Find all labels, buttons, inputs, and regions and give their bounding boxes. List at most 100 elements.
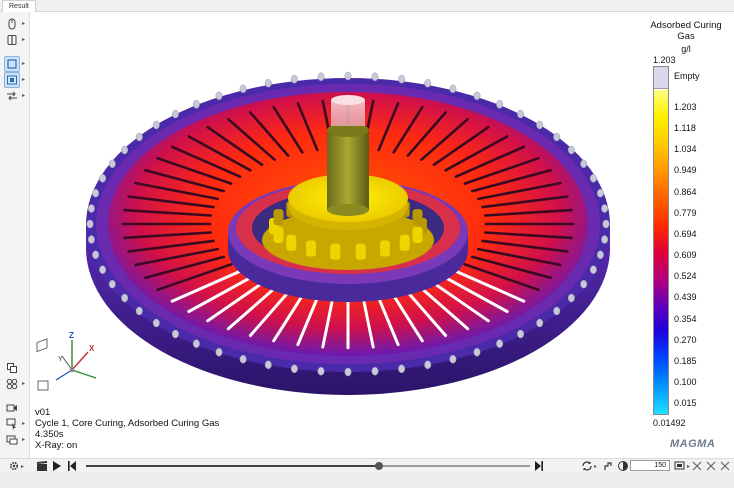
rim-pin (496, 339, 504, 348)
timeline-slider[interactable] (86, 462, 530, 470)
fit-view-icon[interactable] (37, 380, 49, 391)
clapperboard-icon (37, 461, 47, 471)
video-icon (674, 461, 685, 470)
transfer-arrows-icon (7, 91, 17, 101)
rim-pin (473, 91, 481, 101)
dropdown-arrow-icon: ▸ (22, 381, 26, 387)
rim-pin (344, 71, 352, 81)
rim-pin (135, 132, 143, 142)
legend-tick-label: 1.203 (674, 102, 697, 112)
transfer-button[interactable]: ▸ (4, 88, 26, 104)
legend-tick-label: 0.609 (674, 250, 697, 261)
overlay-windows-button[interactable]: ▸ (4, 432, 26, 448)
clipping-plane-button[interactable]: ▸ (4, 32, 26, 48)
rim-pin (567, 145, 575, 155)
speed-input[interactable] (630, 460, 670, 471)
clipping-plane-icon (7, 35, 17, 45)
axis-triad[interactable]: Z X Y (36, 331, 97, 391)
skip-to-start-icon (68, 461, 76, 471)
axis-z-label: Z (69, 331, 74, 340)
rim-pin (171, 329, 179, 339)
result-info: v01 Cycle 1, Core Curing, Adsorbed Curin… (35, 407, 219, 451)
rim-pin (536, 120, 544, 130)
casting-render[interactable]: Z X Y (31, 13, 734, 458)
hub-tooth (412, 209, 423, 226)
close-button-1[interactable] (692, 460, 702, 472)
rim-pin (264, 360, 272, 370)
close-icon (720, 461, 730, 471)
rim-pin (290, 74, 298, 84)
rim-pin (87, 204, 95, 213)
close-icon (706, 461, 716, 471)
pouring-cup-top (331, 95, 365, 105)
rim-pin (449, 354, 457, 364)
play-button[interactable] (52, 460, 62, 472)
step-button[interactable] (603, 460, 615, 472)
hub-tooth (286, 234, 297, 251)
legend-unit: g/l (681, 44, 691, 54)
rim-pin (239, 84, 247, 94)
rim-pin (398, 364, 406, 374)
skip-to-end-button[interactable] (534, 460, 544, 472)
timeline-thumb[interactable] (375, 462, 384, 470)
hub-tooth (306, 240, 316, 257)
play-icon (53, 461, 61, 471)
rim-pin (264, 78, 272, 88)
step-icon (604, 462, 612, 470)
xray-status: X-Ray: on (35, 440, 78, 451)
layers-button[interactable] (4, 360, 26, 376)
tab-result[interactable]: Result (2, 0, 36, 12)
close-button-3[interactable] (720, 460, 730, 472)
settings-button[interactable]: ▸ (8, 460, 24, 472)
result-viewport[interactable]: Z X Y (31, 13, 734, 458)
axis-y-label: Y (58, 356, 63, 363)
rim-pin (449, 84, 457, 94)
mouse-icon (8, 18, 16, 30)
loop-button[interactable]: ▸ (581, 460, 597, 472)
version-label: v01 (35, 407, 51, 418)
legend-title: Adsorbed Curing Gas (650, 20, 722, 42)
rim-pin (517, 329, 525, 339)
rim-pin (371, 72, 379, 82)
close-button-2[interactable] (706, 460, 716, 472)
rim-pin (371, 366, 379, 376)
dropdown-arrow-icon: ▸ (22, 61, 26, 67)
dropdown-arrow-icon: ▸ (594, 463, 598, 470)
rim-pin (398, 74, 406, 84)
dropdown-arrow-icon: ▸ (22, 421, 26, 427)
video-button[interactable]: ▸ (674, 460, 690, 472)
hub-tooth (412, 226, 423, 243)
rim-pin (424, 78, 432, 88)
view-frame-button[interactable]: ▸ (4, 56, 26, 72)
grid-nodes-button[interactable]: ▸ (4, 376, 26, 392)
legend-colorbar[interactable] (653, 66, 669, 415)
rim-pin (567, 293, 575, 303)
pointer-select-button[interactable]: ▸ (4, 416, 26, 432)
left-toolbar: ▸ ▸ ▸ ▸ ▸ ▸ ▸ ▸ (0, 12, 30, 458)
rim-pin (108, 159, 116, 169)
rim-pin (536, 318, 544, 328)
view-selection-button[interactable]: ▸ (4, 72, 26, 88)
rim-pin (290, 364, 298, 374)
skip-to-start-button[interactable] (67, 460, 77, 472)
contrast-button[interactable] (617, 460, 629, 472)
result-description: Cycle 1, Core Curing, Adsorbed Curing Ga… (35, 418, 220, 429)
view-cube-icon[interactable] (36, 338, 48, 353)
legend-tick-label: 0.864 (674, 186, 697, 197)
mouse-mode-button[interactable]: ▸ (4, 16, 26, 32)
hub-tooth (355, 243, 366, 260)
rim-pin (192, 339, 200, 348)
legend-tick-label: 0.185 (674, 355, 697, 366)
legend-tick-label: 0.439 (674, 292, 697, 303)
legend-tick-label: 0.524 (674, 271, 697, 282)
rim-pin (424, 360, 432, 370)
rim-pin (121, 293, 129, 303)
rim-pin (152, 318, 160, 328)
view-frame-icon (7, 59, 17, 69)
rim-pin (589, 265, 597, 274)
hub-tooth (330, 243, 341, 260)
hub-tooth (273, 209, 284, 226)
sprue-stem (327, 130, 369, 210)
record-button[interactable] (36, 460, 48, 472)
camera-button[interactable] (4, 400, 26, 416)
